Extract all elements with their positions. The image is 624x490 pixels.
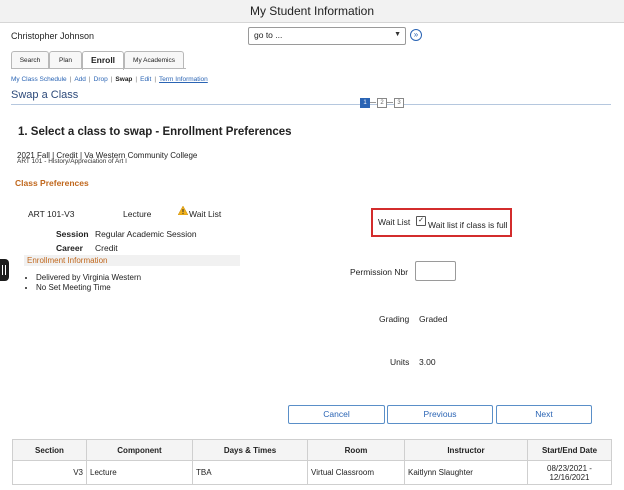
subnav-edit[interactable]: Edit <box>140 76 151 83</box>
chevron-down-icon: ▼ <box>394 31 401 38</box>
previous-button[interactable]: Previous <box>387 405 493 424</box>
class-preferences-title: Class Preferences <box>15 178 89 188</box>
subnav-add[interactable]: Add <box>74 76 86 83</box>
subnav-term-information[interactable]: Term Information <box>159 76 208 83</box>
step-1-indicator: 1 <box>360 98 370 108</box>
career-value: Credit <box>95 243 118 253</box>
table-cell-days-times: TBA <box>192 460 308 485</box>
career-label: Career <box>56 243 83 253</box>
component-value: Lecture <box>123 209 152 219</box>
column-header-days-times: Days & Times <box>192 439 308 461</box>
enrollment-information-bar: Enrollment Information <box>24 255 240 266</box>
table-header-row: Section Component Days & Times Room Inst… <box>12 439 612 461</box>
handle-grip-icon <box>5 265 6 275</box>
next-button[interactable]: Next <box>496 405 592 424</box>
handle-grip-icon <box>2 265 3 275</box>
subnav-drop[interactable]: Drop <box>94 76 108 83</box>
table-cell-room: Virtual Classroom <box>307 460 405 485</box>
user-name: Christopher Johnson <box>11 31 95 41</box>
column-header-room: Room <box>307 439 405 461</box>
enrollment-information-list: Delivered by Virginia Western No Set Mee… <box>24 273 141 292</box>
cancel-button[interactable]: Cancel <box>288 405 385 424</box>
subnav-separator: | <box>110 76 113 83</box>
goto-select[interactable]: go to ... ▼ <box>248 27 406 45</box>
column-header-instructor: Instructor <box>404 439 528 461</box>
tab-search[interactable]: Search <box>11 51 49 69</box>
table-cell-section: V3 <box>12 460 87 485</box>
section-heading: 1. Select a class to swap - Enrollment P… <box>18 126 292 138</box>
side-panel-handle[interactable] <box>0 259 9 281</box>
page-title: Swap a Class <box>11 89 79 101</box>
session-value: Regular Academic Session <box>95 229 197 239</box>
permission-number-input[interactable] <box>415 261 456 281</box>
checkmark-icon: ✓ <box>418 217 424 224</box>
table-row: V3 Lecture TBA Virtual Classroom Kaitlyn… <box>12 460 612 485</box>
tab-plan[interactable]: Plan <box>49 51 82 69</box>
subnav-separator: | <box>88 76 91 83</box>
units-label: Units <box>390 357 410 367</box>
step-connector <box>387 102 393 103</box>
wait-list-checkbox[interactable]: ✓ <box>416 216 426 226</box>
grading-label: Grading <box>379 314 410 324</box>
step-connector <box>370 102 376 103</box>
subnav-swap: Swap <box>115 76 133 83</box>
subnav-separator: | <box>69 76 72 83</box>
table-cell-component: Lecture <box>86 460 193 485</box>
column-header-component: Component <box>86 439 193 461</box>
column-header-start-end-date: Start/End Date <box>527 439 612 461</box>
wait-list-checkbox-text: Wait list if class is full <box>428 220 508 230</box>
warning-icon <box>178 206 188 215</box>
class-id: ART 101-V3 <box>28 209 75 219</box>
table-cell-instructor: Kaitlynn Slaughter <box>404 460 528 485</box>
permission-label: Permission Nbr <box>350 267 409 277</box>
column-header-section: Section <box>12 439 87 461</box>
tab-divider <box>11 68 186 69</box>
step-2-indicator: 2 <box>377 98 387 108</box>
list-item: No Set Meeting Time <box>36 283 141 293</box>
subnav-separator: | <box>135 76 138 83</box>
list-item: Delivered by Virginia Western <box>36 273 141 283</box>
goto-select-value: go to ... <box>254 30 283 40</box>
step-3-indicator: 3 <box>394 98 404 108</box>
go-arrow-icon[interactable]: » <box>410 29 422 41</box>
tab-my-academics[interactable]: My Academics <box>124 51 184 69</box>
units-value: 3.00 <box>419 357 436 367</box>
wait-list-status: Wait List <box>189 209 222 219</box>
subnav-my-class-schedule[interactable]: My Class Schedule <box>11 76 67 83</box>
window-title: My Student Information <box>249 4 375 18</box>
course-line: ART 101 - History/Appreciation of Art I <box>17 158 127 165</box>
title-divider <box>11 104 611 105</box>
subnav-separator: | <box>154 76 157 83</box>
grading-value: Graded <box>419 314 448 324</box>
wait-list-label: Wait List <box>378 217 411 227</box>
class-details-table: Section Component Days & Times Room Inst… <box>12 439 612 485</box>
session-label: Session <box>56 229 89 239</box>
enroll-subnav: My Class Schedule | Add | Drop | Swap | Edit | Ter… <box>11 76 208 83</box>
enrollment-information-title: Enrollment Information <box>27 256 108 265</box>
table-cell-start-end-date: 08/23/2021 - 12/16/2021 <box>527 460 612 485</box>
window-title-bar: My Student Information <box>0 0 624 23</box>
